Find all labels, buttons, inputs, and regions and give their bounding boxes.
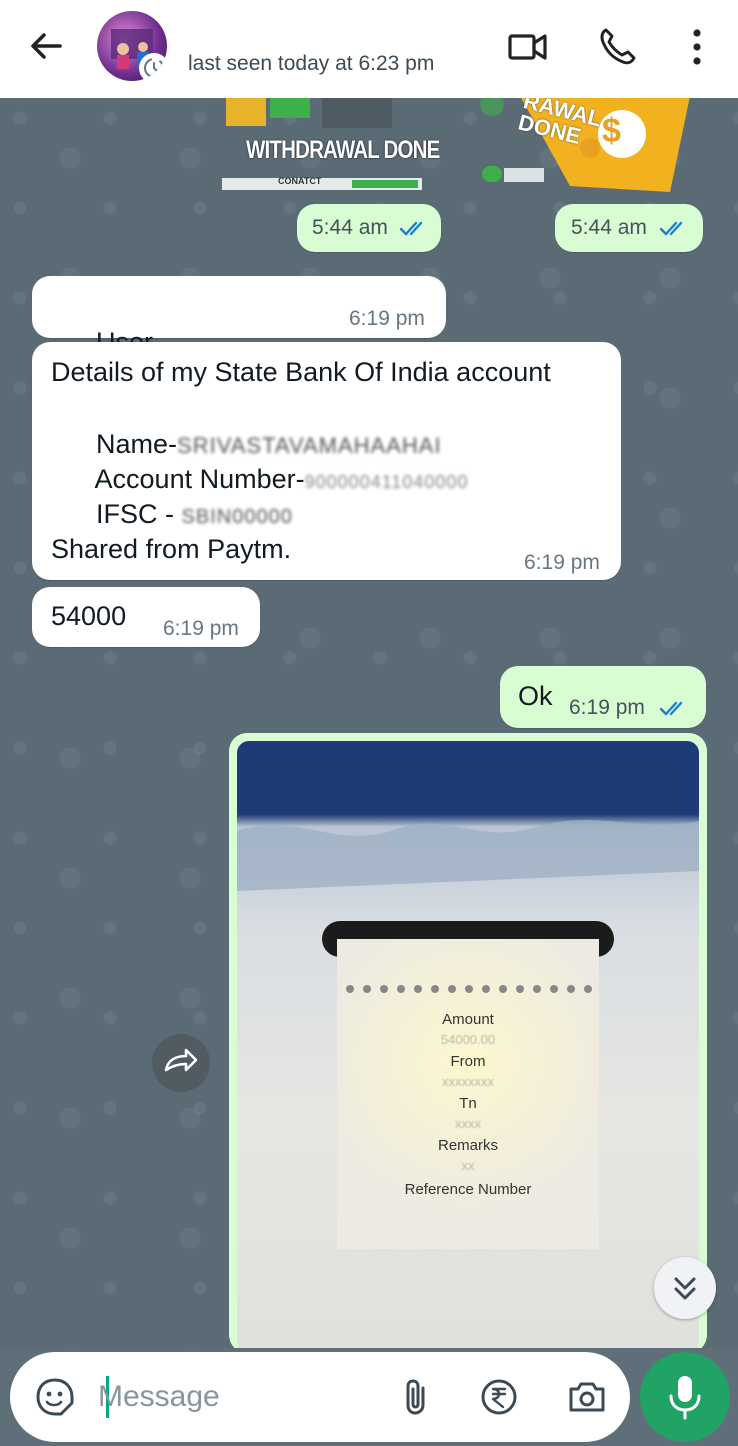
message-bubble-out[interactable]: 5:44 am (297, 204, 441, 252)
ifsc-label: IFSC - (96, 499, 182, 529)
receipt-remarks-value: xx (461, 1158, 475, 1173)
withdrawal-image-left[interactable]: WITHDRAWAL DONE CONATCT (222, 98, 440, 192)
receipt-dots (346, 985, 592, 993)
scroll-to-bottom-button[interactable] (654, 1257, 716, 1319)
more-options-icon[interactable] (674, 24, 720, 70)
image-message[interactable]: Amount 54000.00 From xxxxxxxx Tn xxxx Re… (229, 733, 707, 1348)
forward-icon (164, 1048, 198, 1072)
receipt-to-value: xxxx (455, 1116, 481, 1131)
rupee-payment-icon[interactable] (476, 1374, 522, 1420)
receipt-amount-value: 54000.00 (440, 1032, 496, 1047)
message-time: 6:19 pm (349, 307, 425, 330)
redacted-account: 900000411040000 (304, 472, 469, 492)
read-receipt-icon (659, 701, 683, 716)
camera-icon[interactable] (564, 1374, 610, 1420)
contact-avatar[interactable] (97, 11, 167, 81)
double-chevron-down-icon (674, 1277, 696, 1300)
read-receipt-icon (399, 221, 423, 236)
forward-button[interactable] (152, 1034, 210, 1092)
read-receipt-icon (659, 221, 683, 236)
receipt-amount-label: Amount (442, 1011, 494, 1028)
message-bubble-in[interactable]: Details of my State Bank Of India accoun… (32, 342, 621, 580)
dollar-icon: $ (602, 112, 621, 150)
message-time: 6:19 pm (569, 696, 645, 719)
last-seen-status: last seen today at 6:23 pm (188, 52, 435, 75)
message-time: 6:19 pm (524, 551, 600, 574)
receipt-photo: Amount 54000.00 From xxxxxxxx Tn xxxx Re… (237, 741, 699, 1348)
video-call-icon[interactable] (505, 24, 551, 70)
message-text: 54000 (51, 601, 127, 631)
message-bubble-out[interactable]: Ok 6:19 pm (500, 666, 706, 728)
emoji-sticker-icon[interactable] (32, 1374, 78, 1420)
receipt-paper: Amount 54000.00 From xxxxxxxx Tn xxxx Re… (337, 939, 599, 1249)
receipt-from-value: xxxxxxxx (442, 1074, 494, 1089)
bank-line-shared: Shared from Paytm. (51, 534, 292, 564)
receipt-to-label: Tn (459, 1095, 477, 1112)
receipt-reference-label: Reference Number (404, 1181, 532, 1198)
message-bubble-in[interactable]: User uuoevsudaa 6:19 pm (32, 276, 446, 392)
message-input[interactable] (98, 1372, 358, 1422)
chat-area[interactable]: WITHDRAWAL DONE CONATCT RAWAL DONE $ 5:4… (0, 98, 738, 1348)
message-time: 6:19 pm (163, 617, 239, 640)
redacted-ifsc: SBIN00000 (181, 506, 293, 528)
microphone-icon (669, 1376, 701, 1420)
withdrawal-title: WITHDRAWAL DONE (246, 136, 440, 164)
voice-message-button[interactable] (640, 1352, 730, 1442)
withdrawal-image-right[interactable]: RAWAL DONE $ (480, 98, 690, 192)
bank-line-1: Details of my State Bank Of India accoun… (51, 357, 551, 387)
voice-call-icon[interactable] (594, 24, 640, 70)
attach-icon[interactable] (394, 1374, 440, 1420)
contact-label: CONATCT (278, 176, 322, 186)
message-time: 5:44 am (571, 216, 647, 239)
status-badge (139, 53, 167, 81)
back-arrow-icon[interactable] (26, 26, 66, 66)
disappearing-timer-icon (144, 58, 164, 78)
chat-header: last seen today at 6:23 pm (0, 0, 738, 98)
message-time: 5:44 am (312, 216, 388, 239)
message-composer (10, 1352, 630, 1442)
message-bubble-out[interactable]: 5:44 am (555, 204, 703, 252)
message-text: Ok (518, 681, 553, 711)
receipt-remarks-label: Remarks (437, 1137, 498, 1154)
receipt-from-label: From (450, 1053, 486, 1070)
message-bubble-in[interactable]: 54000 6:19 pm (32, 587, 260, 647)
